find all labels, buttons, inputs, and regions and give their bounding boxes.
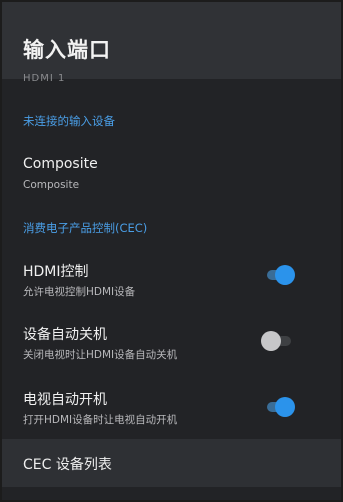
list-item-title: Composite — [23, 156, 98, 172]
list-item-cec-device-list[interactable]: CEC 设备列表 — [2, 439, 341, 487]
section-header-cec: 消费电子产品控制(CEC) — [23, 221, 148, 235]
toggle-knob — [275, 265, 295, 285]
section-header-unconnected: 未连接的输入设备 — [23, 114, 115, 128]
toggle-knob — [261, 331, 281, 351]
device-auto-off-toggle[interactable] — [261, 331, 295, 351]
list-item-subtitle: Composite — [23, 179, 80, 191]
list-item-title: 设备自动关机 — [23, 327, 107, 343]
list-item-title: 电视自动开机 — [23, 392, 107, 408]
toggle-knob — [275, 397, 295, 417]
list-item-subtitle: 打开HDMI设备时让电视自动开机 — [23, 414, 178, 426]
list-item-title: HDMI控制 — [23, 264, 89, 280]
list-item-subtitle: 关闭电视时让HDMI设备自动关机 — [23, 349, 178, 361]
header: 输入端口 — [2, 2, 341, 79]
list-item-subtitle: 允许电视控制HDMI设备 — [23, 286, 136, 298]
list-item-title: CEC 设备列表 — [23, 457, 112, 473]
page-title: 输入端口 — [23, 38, 111, 62]
list-item-hdmi1-partial[interactable]: HDMI 1 — [23, 73, 65, 84]
hdmi-control-toggle[interactable] — [261, 265, 295, 285]
settings-panel: 输入端口 HDMI 1 未连接的输入设备 Composite Composite… — [2, 2, 341, 500]
tv-auto-on-toggle[interactable] — [261, 397, 295, 417]
